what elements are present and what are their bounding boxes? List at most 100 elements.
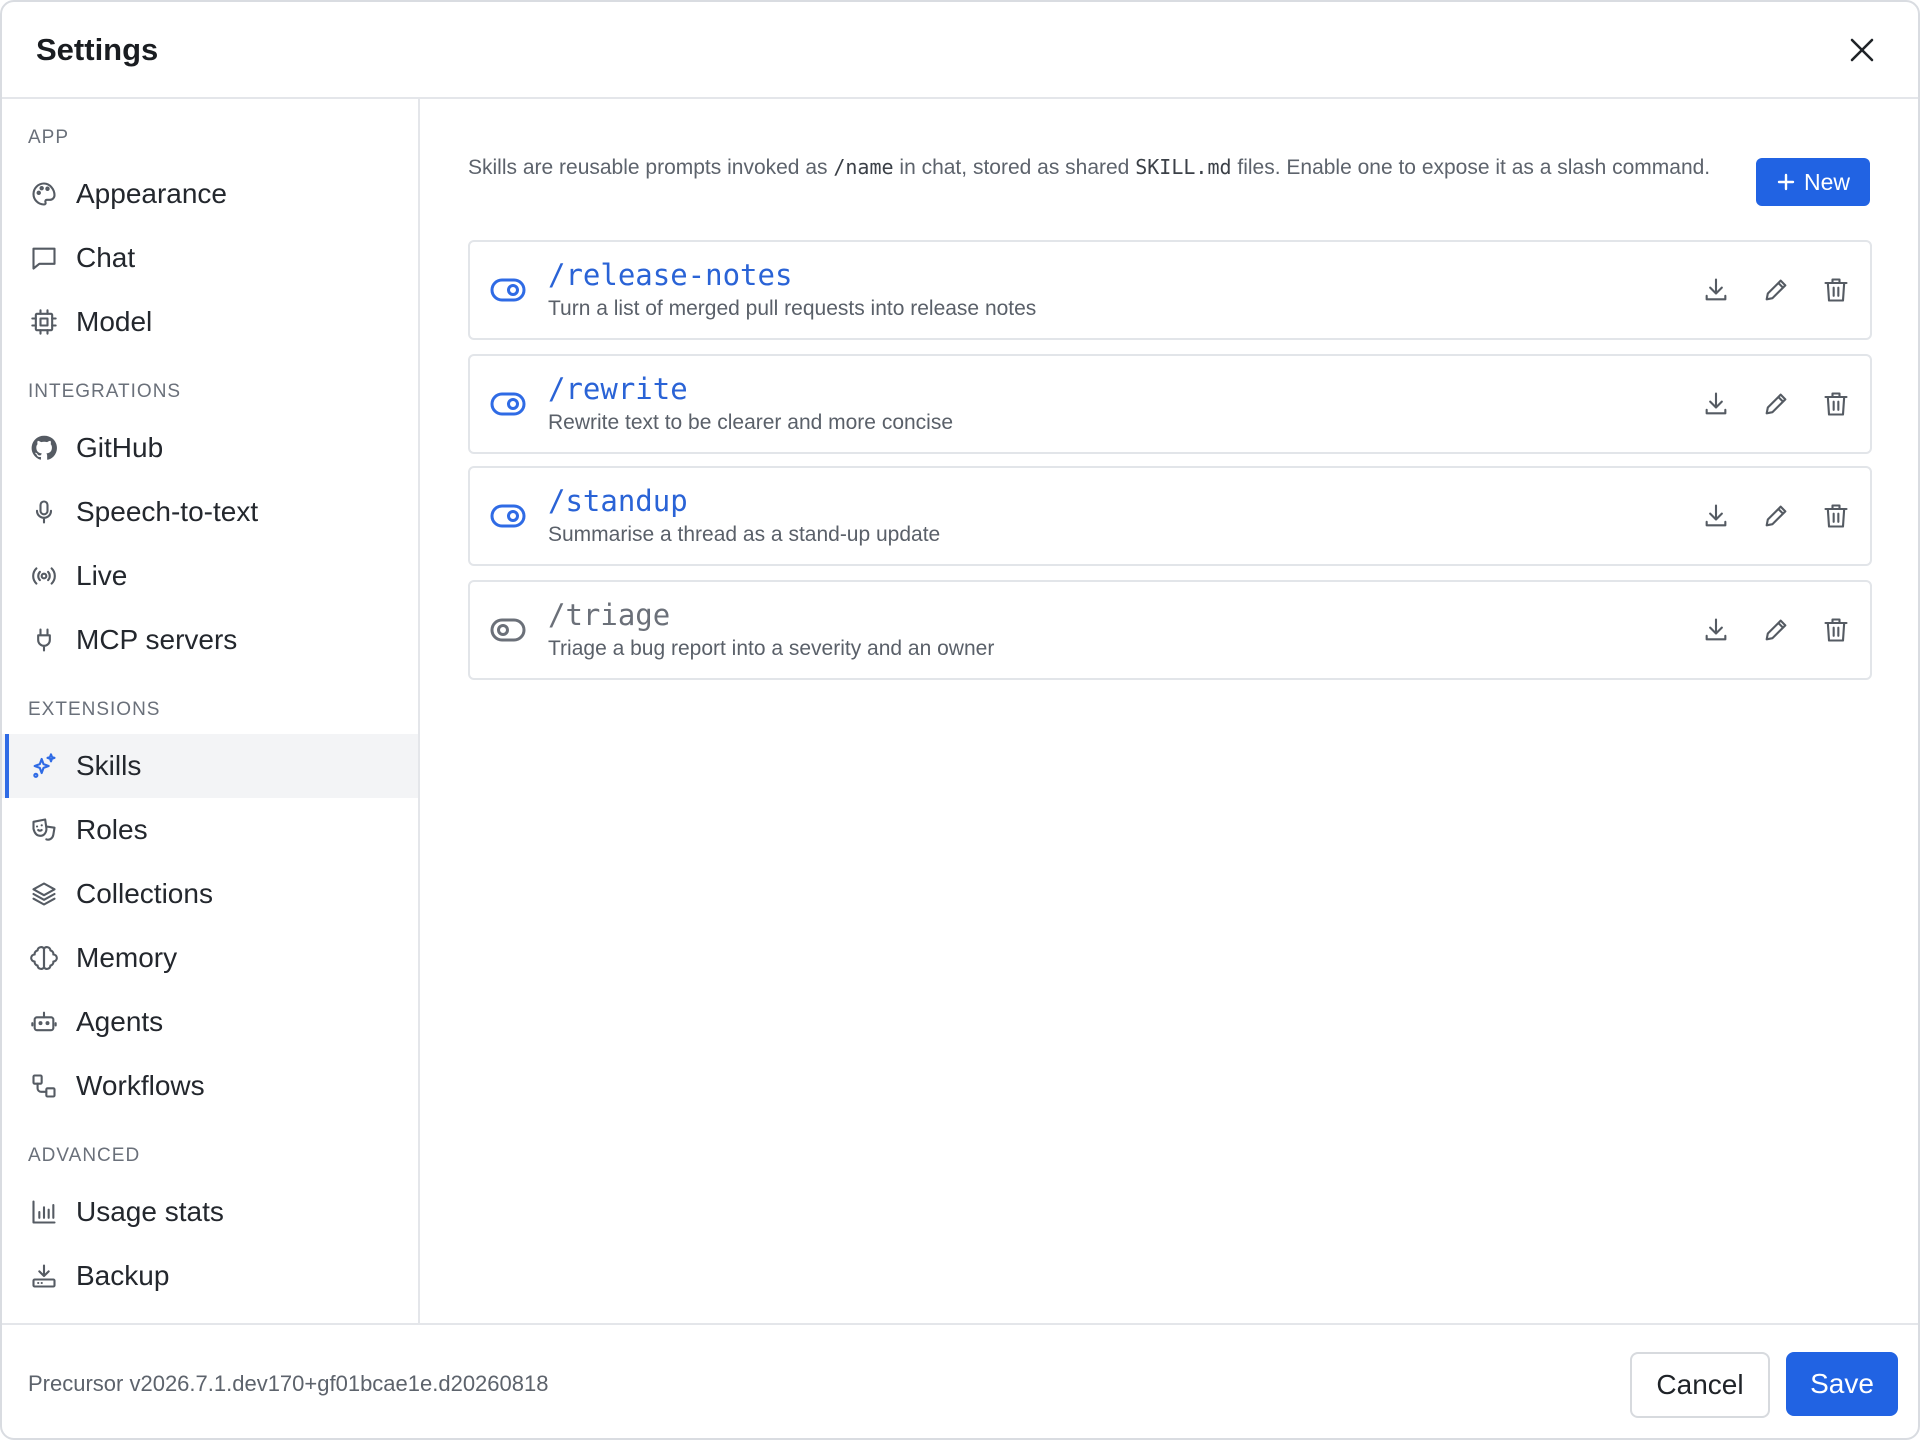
masks-icon — [30, 816, 58, 844]
download-icon — [1705, 618, 1727, 641]
pencil-icon — [1765, 505, 1787, 527]
download-button[interactable] — [1702, 388, 1730, 420]
sidebar-item-backup[interactable]: Backup — [2, 1244, 418, 1308]
sidebar-item-usage-stats[interactable]: Usage stats — [2, 1180, 418, 1244]
github-icon — [30, 434, 58, 462]
sidebar-item-mcp-servers[interactable]: MCP servers — [2, 608, 418, 672]
sidebar-item-label: Live — [76, 560, 128, 591]
plus-icon — [1777, 173, 1795, 191]
section-label-extensions: EXTENSIONS — [28, 699, 161, 720]
skill-toggle[interactable] — [490, 615, 526, 645]
plug-icon — [30, 626, 58, 654]
sidebar-item-label: Appearance — [76, 178, 228, 209]
intro-text: in chat, stored as shared — [893, 156, 1136, 179]
close-icon — [1850, 38, 1874, 62]
skill-card: /standup Summarise a thread as a stand-u… — [468, 466, 1872, 566]
sidebar-item-skills[interactable]: Skills — [2, 734, 418, 798]
sidebar-item-label: GitHub — [76, 432, 164, 463]
skill-toggle[interactable] — [490, 389, 526, 419]
skill-description: Summarise a thread as a stand-up update — [548, 523, 941, 546]
delete-button[interactable] — [1822, 614, 1850, 646]
pencil-icon — [1765, 619, 1787, 641]
skill-toggle[interactable] — [490, 501, 526, 531]
new-skill-button[interactable]: New — [1756, 158, 1870, 206]
sidebar-item-label: MCP servers — [76, 624, 238, 655]
settings-sidebar: APP Appearance Chat Model INTEGRATIONS G… — [2, 99, 420, 1323]
brain-icon — [30, 944, 58, 972]
microphone-icon — [30, 498, 58, 526]
sidebar-item-model[interactable]: Model — [2, 290, 418, 354]
download-button[interactable] — [1702, 274, 1730, 306]
skill-name: /release-notes — [548, 258, 793, 292]
edit-button[interactable] — [1762, 500, 1790, 532]
palette-icon — [30, 180, 58, 208]
settings-dialog: Settings APP Appearance Chat Model INTEG… — [0, 0, 1920, 1440]
save-button[interactable]: Save — [1786, 1352, 1898, 1416]
sidebar-item-label: Workflows — [76, 1070, 205, 1101]
skill-actions — [1702, 388, 1850, 420]
sidebar-item-label: Usage stats — [76, 1196, 224, 1227]
skill-actions — [1702, 500, 1850, 532]
sidebar-item-agents[interactable]: Agents — [2, 990, 418, 1054]
sidebar-item-appearance[interactable]: Appearance — [2, 162, 418, 226]
sidebar-item-speech-to-text[interactable]: Speech-to-text — [2, 480, 418, 544]
toggle-off-icon — [490, 618, 526, 642]
download-icon — [1705, 278, 1727, 301]
skills-description: Skills are reusable prompts invoked as /… — [468, 149, 1748, 186]
toggle-on-icon — [490, 504, 526, 528]
broadcast-icon — [30, 562, 58, 590]
skill-name: /rewrite — [548, 372, 688, 406]
cancel-button[interactable]: Cancel — [1630, 1352, 1770, 1418]
skill-card: /release-notes Turn a list of merged pul… — [468, 240, 1872, 340]
edit-button[interactable] — [1762, 614, 1790, 646]
new-skill-label: New — [1803, 168, 1850, 195]
sidebar-item-label: Chat — [76, 242, 136, 273]
intro-text: files. Enable one to expose it as a slas… — [1231, 156, 1711, 179]
chat-bubble-icon — [30, 244, 58, 272]
skill-name: /standup — [548, 484, 688, 518]
backup-icon — [30, 1262, 58, 1290]
trash-icon — [1824, 618, 1848, 642]
sidebar-item-chat[interactable]: Chat — [2, 226, 418, 290]
sidebar-item-label: Backup — [76, 1260, 170, 1291]
intro-code: /name — [833, 155, 894, 179]
sidebar-item-roles[interactable]: Roles — [2, 798, 418, 862]
close-button[interactable] — [1846, 34, 1878, 66]
section-label-app: APP — [28, 127, 70, 148]
download-button[interactable] — [1702, 614, 1730, 646]
sidebar-item-label: Model — [76, 306, 153, 337]
sidebar-item-label: Collections — [76, 878, 213, 909]
sidebar-item-label: Memory — [76, 942, 178, 973]
dialog-footer: Precursor v2026.7.1.dev170+gf01bcae1e.d2… — [2, 1323, 1918, 1438]
bar-chart-icon — [30, 1198, 58, 1226]
delete-button[interactable] — [1822, 274, 1850, 306]
skill-description: Rewrite text to be clearer and more conc… — [548, 411, 954, 434]
intro-code: SKILL.md — [1135, 155, 1232, 179]
sidebar-item-live[interactable]: Live — [2, 544, 418, 608]
trash-icon — [1824, 278, 1848, 302]
delete-button[interactable] — [1822, 388, 1850, 420]
sidebar-item-collections[interactable]: Collections — [2, 862, 418, 926]
download-icon — [1705, 504, 1727, 527]
toggle-on-icon — [490, 278, 526, 302]
sidebar-item-workflows[interactable]: Workflows — [2, 1054, 418, 1118]
trash-icon — [1824, 392, 1848, 416]
workflow-icon — [30, 1072, 58, 1100]
chip-icon — [30, 308, 58, 336]
dialog-header: Settings — [2, 2, 1918, 99]
skill-actions — [1702, 274, 1850, 306]
edit-button[interactable] — [1762, 274, 1790, 306]
intro-text: Skills are reusable prompts invoked as — [468, 156, 834, 179]
sidebar-item-github[interactable]: GitHub — [2, 416, 418, 480]
skill-toggle[interactable] — [490, 275, 526, 305]
layers-icon — [30, 880, 58, 908]
sidebar-item-label: Skills — [76, 750, 142, 781]
edit-button[interactable] — [1762, 388, 1790, 420]
sidebar-item-memory[interactable]: Memory — [2, 926, 418, 990]
skill-description: Turn a list of merged pull requests into… — [548, 297, 1037, 320]
skill-actions — [1702, 614, 1850, 646]
download-button[interactable] — [1702, 500, 1730, 532]
delete-button[interactable] — [1822, 500, 1850, 532]
section-label-integrations: INTEGRATIONS — [28, 381, 182, 402]
skill-name: /triage — [548, 598, 671, 632]
